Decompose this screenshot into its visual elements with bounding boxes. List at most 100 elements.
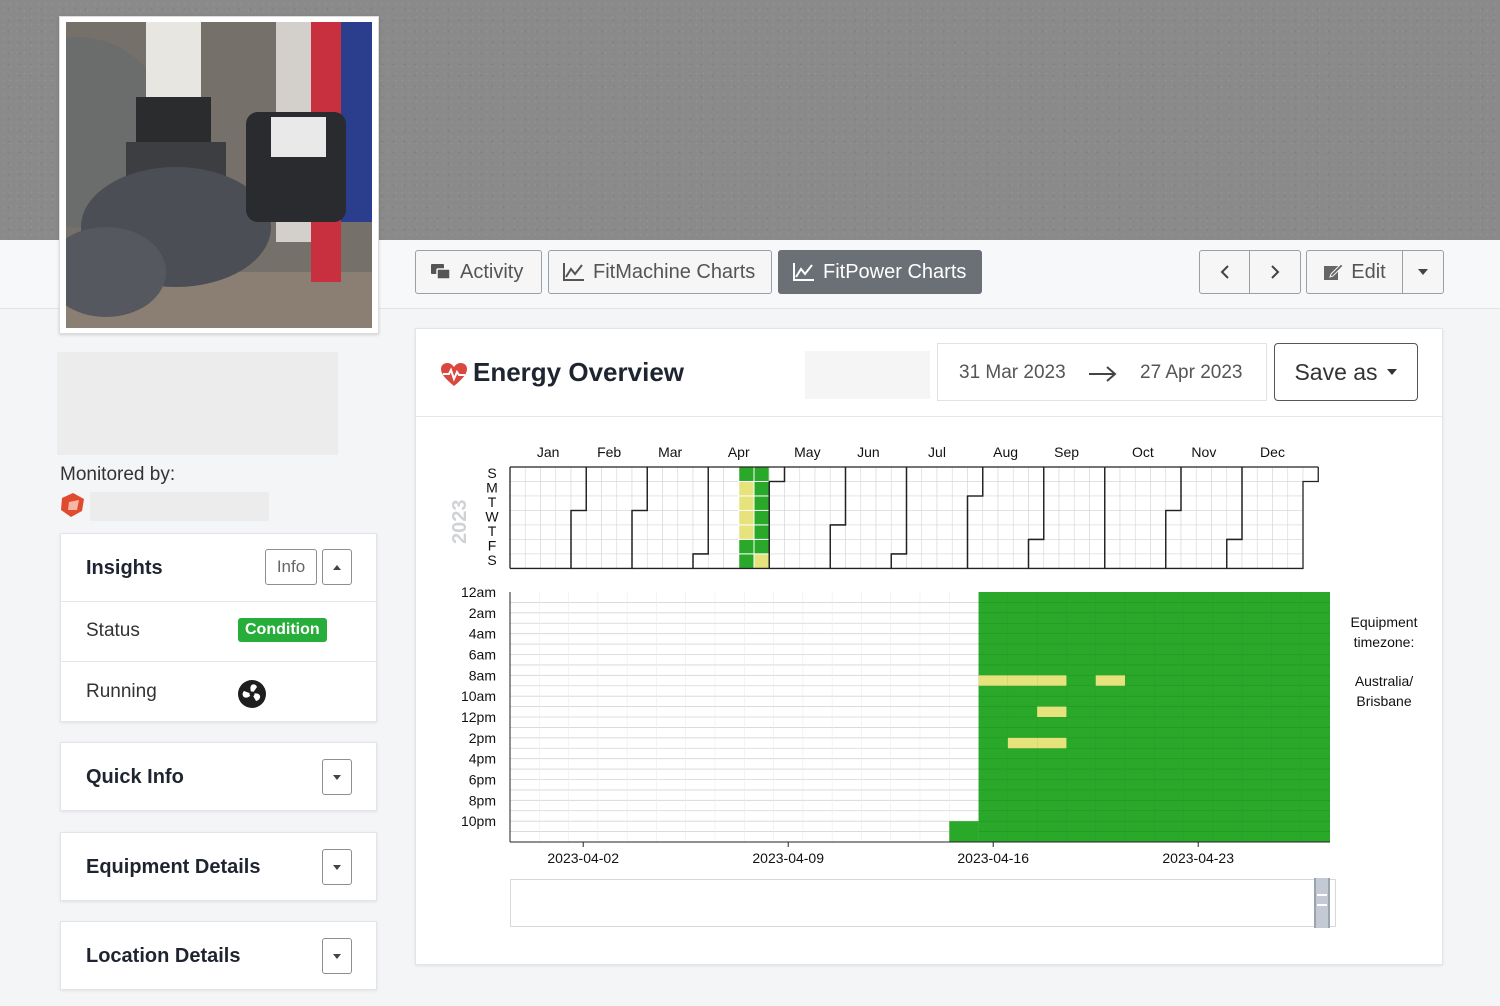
insights-collapse-button[interactable] <box>322 549 352 585</box>
y-tick-label: 8am <box>469 667 496 683</box>
calendar-day <box>1287 553 1304 569</box>
range-handle[interactable] <box>1314 878 1330 928</box>
calendar-day <box>1150 495 1167 511</box>
calendar-day <box>997 524 1014 540</box>
calendar-day <box>585 495 602 511</box>
energy-cell-yellow <box>1037 706 1067 717</box>
location-details-expand-button[interactable] <box>322 938 352 974</box>
calendar-day <box>1119 481 1136 497</box>
calendar-day <box>524 553 541 569</box>
calendar-day <box>1028 510 1045 526</box>
next-button[interactable] <box>1249 250 1301 294</box>
edit-dropdown-button[interactable] <box>1402 250 1444 294</box>
calendar-day <box>616 495 633 511</box>
calendar-day <box>1058 481 1075 497</box>
date-to[interactable]: 27 Apr 2023 <box>1140 362 1242 384</box>
calendar-day <box>1089 553 1106 569</box>
calendar-day <box>860 553 877 569</box>
calendar-day <box>1287 539 1304 555</box>
calendar-day <box>921 495 938 511</box>
calendar-day <box>768 524 785 540</box>
calendar-day-green <box>753 538 770 555</box>
equipment-details-expand-button[interactable] <box>322 849 352 885</box>
calendar-day <box>814 510 831 526</box>
calendar-day <box>646 553 663 569</box>
insights-info-button[interactable]: Info <box>265 549 317 585</box>
energy-cell-yellow <box>1007 675 1038 686</box>
calendar-day <box>1073 466 1090 482</box>
calendar-day-yellow <box>738 480 755 497</box>
calendar-day <box>921 553 938 569</box>
calendar-day <box>616 524 633 540</box>
calendar-day <box>1119 495 1136 511</box>
calendar-day <box>1134 553 1151 569</box>
tab-activity[interactable]: Activity <box>415 250 542 294</box>
calendar-day <box>1104 524 1121 540</box>
calendar-day <box>1195 539 1212 555</box>
energy-cell-green <box>949 821 979 842</box>
calendar-day <box>1272 539 1289 555</box>
calendar-day <box>967 553 984 569</box>
calendar-day <box>677 524 694 540</box>
caret-down-icon <box>1418 269 1428 275</box>
range-navigator[interactable] <box>510 878 1336 928</box>
equipment-details-card: Equipment Details <box>60 832 377 901</box>
calendar-day <box>540 510 557 526</box>
calendar-day <box>524 510 541 526</box>
calendar-day-yellow <box>753 553 770 569</box>
calendar-day <box>936 495 953 511</box>
calendar-day <box>875 466 892 482</box>
calendar-day <box>1104 539 1121 555</box>
calendar-day <box>829 510 846 526</box>
edit-button[interactable]: Edit <box>1306 250 1403 294</box>
calendar-day <box>1180 539 1197 555</box>
calendar-day <box>540 553 557 569</box>
insights-card: Insights Info Status Condition Running <box>60 533 377 722</box>
date-from[interactable]: 31 Mar 2023 <box>959 362 1066 384</box>
calendar-day <box>1226 466 1243 482</box>
previous-button[interactable] <box>1199 250 1250 294</box>
x-tick-label: 2023-04-02 <box>547 850 619 866</box>
calendar-day <box>982 495 999 511</box>
calendar-day <box>982 510 999 526</box>
save-as-button[interactable]: Save as <box>1274 343 1418 401</box>
chat-bubbles-icon <box>431 264 451 280</box>
calendar-day <box>555 466 572 482</box>
calendar-day <box>1180 481 1197 497</box>
calendar-day <box>814 481 831 497</box>
calendar-day <box>1089 495 1106 511</box>
calendar-day <box>1180 553 1197 569</box>
calendar-day <box>829 539 846 555</box>
calendar-day <box>1211 481 1228 497</box>
calendar-day <box>1119 553 1136 569</box>
x-tick-label: 2023-04-23 <box>1162 850 1234 866</box>
calendar-day <box>707 539 724 555</box>
calendar-day <box>601 539 618 555</box>
quick-info-expand-button[interactable] <box>322 759 352 795</box>
calendar-day <box>921 539 938 555</box>
calendar-day <box>1043 510 1060 526</box>
date-range-picker[interactable]: 31 Mar 2023 27 Apr 2023 <box>937 343 1267 401</box>
calendar-day <box>997 510 1014 526</box>
equipment-photo[interactable] <box>59 16 379 334</box>
equipment-details-title: Equipment Details <box>86 856 261 878</box>
calendar-day <box>784 524 801 540</box>
tab-fitpower-charts[interactable]: FitPower Charts <box>778 250 982 294</box>
calendar-day <box>555 539 572 555</box>
calendar-day <box>1165 495 1182 511</box>
energy-overview-panel: Energy Overview 31 Mar 2023 27 Apr 2023 … <box>415 328 1443 965</box>
calendar-day <box>768 510 785 526</box>
calendar-day <box>1043 553 1060 569</box>
calendar-day <box>890 466 907 482</box>
chevron-right-icon <box>1271 265 1280 279</box>
calendar-day <box>875 539 892 555</box>
calendar-day <box>1119 510 1136 526</box>
calendar-day <box>692 524 709 540</box>
calendar-day <box>1256 481 1273 497</box>
tab-fitmachine-charts[interactable]: FitMachine Charts <box>548 250 772 294</box>
calendar-day <box>1012 553 1029 569</box>
divider <box>416 416 1442 417</box>
calendar-day <box>1089 481 1106 497</box>
organisation-name-placeholder <box>90 492 269 521</box>
calendar-day <box>1104 553 1121 569</box>
